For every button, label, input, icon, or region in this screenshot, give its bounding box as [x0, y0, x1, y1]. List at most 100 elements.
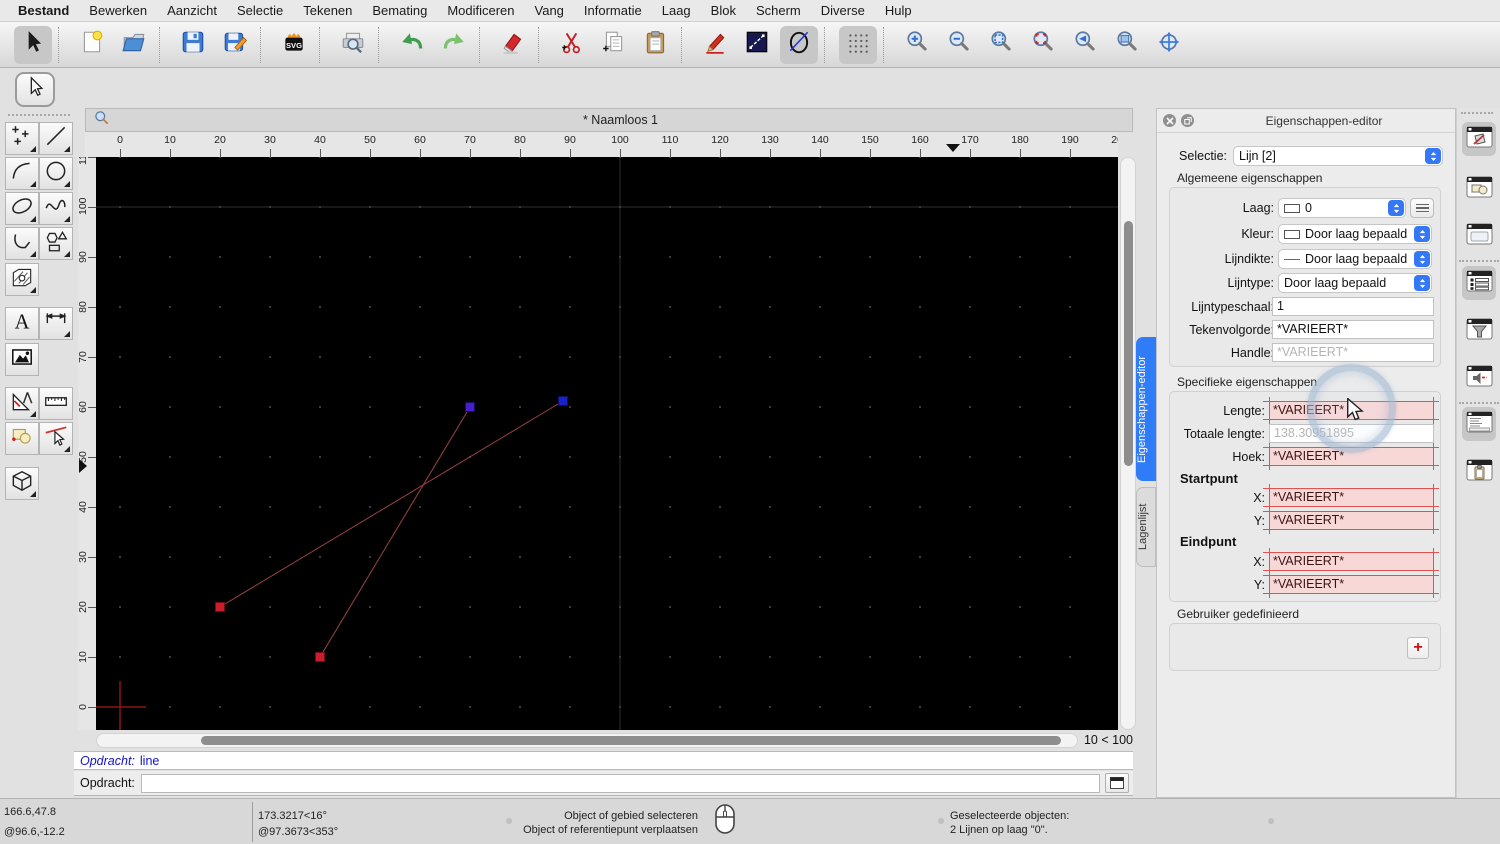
menu-aanzicht[interactable]: Aanzicht: [157, 3, 227, 18]
vertical-scrollbar-thumb[interactable]: [1124, 221, 1133, 466]
tekenvolgorde-field[interactable]: *VARIEERT*: [1272, 320, 1434, 339]
measure-tool-button[interactable]: [39, 387, 73, 420]
filter-window-button[interactable]: [1462, 314, 1496, 348]
new-file-button[interactable]: [73, 26, 111, 64]
menu-bestand[interactable]: Bestand: [8, 3, 79, 18]
ellipse-tool-button[interactable]: [5, 192, 39, 225]
points-tool-button[interactable]: [5, 122, 39, 155]
arc-tool-button[interactable]: [5, 157, 39, 190]
close-icon[interactable]: [1163, 114, 1176, 127]
menu-modificeren[interactable]: Modificeren: [437, 3, 524, 18]
laag-dropdown[interactable]: 0: [1278, 198, 1406, 218]
startpunt-x-field[interactable]: *VARIEERT*: [1269, 488, 1434, 507]
menu-hulp[interactable]: Hulp: [875, 3, 922, 18]
paste-button[interactable]: [637, 26, 675, 64]
lijndikte-dropdown[interactable]: Door laag bepaald: [1278, 249, 1432, 269]
polygon-shapes-tool-button[interactable]: [39, 227, 73, 260]
zoom-selection-button[interactable]: [1024, 26, 1062, 64]
horizontal-ruler[interactable]: 0 10 20 30 40 50 60 70 80 90 100 110 120 130 140 150 160…: [85, 132, 1118, 157]
horizontal-scrollbar[interactable]: [96, 733, 1078, 748]
svg-export-button[interactable]: SVG: [275, 26, 313, 64]
zoom-extents-button[interactable]: [982, 26, 1020, 64]
horizontal-scrollbar-thumb[interactable]: [201, 736, 1061, 745]
drawing-canvas[interactable]: [94, 156, 1118, 733]
properties-list-window-button[interactable]: [1462, 266, 1496, 300]
cut-button[interactable]: [553, 26, 591, 64]
palette-drag-handle[interactable]: [8, 114, 70, 116]
undo-button[interactable]: [393, 26, 431, 64]
copy-button[interactable]: [595, 26, 633, 64]
command-window-button[interactable]: [1105, 773, 1129, 793]
text-tool-button[interactable]: A: [5, 307, 39, 340]
stepper-icon[interactable]: [1414, 226, 1430, 242]
lijntypeschaal-label: Lijntypeschaal:: [1191, 300, 1274, 314]
stepper-icon[interactable]: [1388, 200, 1404, 216]
construction-tool-button[interactable]: [5, 387, 39, 420]
pan-button[interactable]: [1150, 26, 1188, 64]
ellipse-line-mode-button[interactable]: [780, 25, 818, 64]
spline-tool-button[interactable]: [39, 192, 73, 225]
editor-window-button[interactable]: [1462, 122, 1496, 156]
region-tool-button[interactable]: [5, 422, 39, 455]
zoom-previous-button[interactable]: [1066, 26, 1104, 64]
lijntypeschaal-field[interactable]: 1: [1272, 297, 1434, 316]
lijntype-dropdown[interactable]: Door laag bepaald: [1278, 273, 1432, 293]
menu-bewerken[interactable]: Bewerken: [79, 3, 157, 18]
save-as-button[interactable]: [216, 26, 254, 64]
zoom-out-button[interactable]: [940, 26, 978, 64]
zoom-in-button[interactable]: [898, 26, 936, 64]
kleur-dropdown[interactable]: Door laag bepaald: [1278, 224, 1432, 244]
menu-vang[interactable]: Vang: [525, 3, 574, 18]
menu-scherm[interactable]: Scherm: [746, 3, 811, 18]
announce-window-button[interactable]: [1462, 361, 1496, 395]
lijndikte-row: Lijndikte: Door laag bepaald: [1170, 249, 1440, 269]
draw-pencil-button[interactable]: [696, 26, 734, 64]
blank-window-button[interactable]: [1462, 219, 1496, 253]
menu-informatie[interactable]: Informatie: [574, 3, 652, 18]
vertical-scrollbar[interactable]: [1120, 157, 1136, 730]
dimension-tool-button[interactable]: [39, 307, 73, 340]
palette-select-tool-button[interactable]: [15, 72, 55, 107]
select-tool-button[interactable]: [14, 25, 52, 64]
menu-tekenen[interactable]: Tekenen: [293, 3, 362, 18]
line-tool-button[interactable]: [39, 122, 73, 155]
strip-drag-handle[interactable]: [1461, 112, 1493, 114]
hatch-tool-button[interactable]: [5, 263, 39, 296]
tab-lagenlijst[interactable]: Lagenlijst: [1136, 487, 1156, 567]
command-log-window-button[interactable]: [1462, 407, 1496, 441]
command-input[interactable]: [140, 773, 1100, 793]
circle-tool-button[interactable]: [39, 157, 73, 190]
menu-bemating[interactable]: Bemating: [362, 3, 437, 18]
clipboard-window-button[interactable]: [1462, 455, 1496, 489]
menu-laag[interactable]: Laag: [652, 3, 701, 18]
detach-window-icon[interactable]: [1181, 114, 1194, 127]
eindpunt-x-field[interactable]: *VARIEERT*: [1269, 552, 1434, 571]
polyline-tool-button[interactable]: [5, 227, 39, 260]
eindpunt-y-field[interactable]: *VARIEERT*: [1269, 575, 1434, 594]
print-preview-button[interactable]: [334, 26, 372, 64]
shapes-window-button[interactable]: [1462, 172, 1496, 206]
zoom-window-button[interactable]: [1108, 26, 1146, 64]
menu-selectie[interactable]: Selectie: [227, 3, 293, 18]
tab-eigenschappen-editor[interactable]: Eigenschappen-editor: [1136, 337, 1156, 481]
save-button[interactable]: [174, 26, 212, 64]
solid-box-tool-button[interactable]: [5, 467, 39, 500]
menu-blok[interactable]: Blok: [701, 3, 746, 18]
vertical-ruler[interactable]: 0102030405060708090100110: [78, 157, 96, 730]
menu-diverse[interactable]: Diverse: [811, 3, 875, 18]
line-style-mode-button[interactable]: [738, 26, 776, 64]
stepper-icon[interactable]: [1414, 275, 1430, 291]
stepper-icon[interactable]: [1425, 148, 1441, 164]
redo-button[interactable]: [435, 26, 473, 64]
startpunt-y-field[interactable]: *VARIEERT*: [1269, 511, 1434, 530]
view-zoom-icon[interactable]: [94, 110, 109, 130]
edit-line-tool-button[interactable]: [39, 422, 73, 455]
layer-menu-button[interactable]: [1410, 198, 1434, 218]
stepper-icon[interactable]: [1414, 251, 1430, 267]
selection-dropdown[interactable]: Lijn [2]: [1233, 146, 1443, 166]
image-tool-button[interactable]: [5, 343, 39, 376]
erase-button[interactable]: [494, 26, 532, 64]
add-property-button[interactable]: +: [1407, 637, 1429, 659]
open-file-button[interactable]: [115, 26, 153, 64]
grid-toggle-button[interactable]: [839, 25, 877, 64]
